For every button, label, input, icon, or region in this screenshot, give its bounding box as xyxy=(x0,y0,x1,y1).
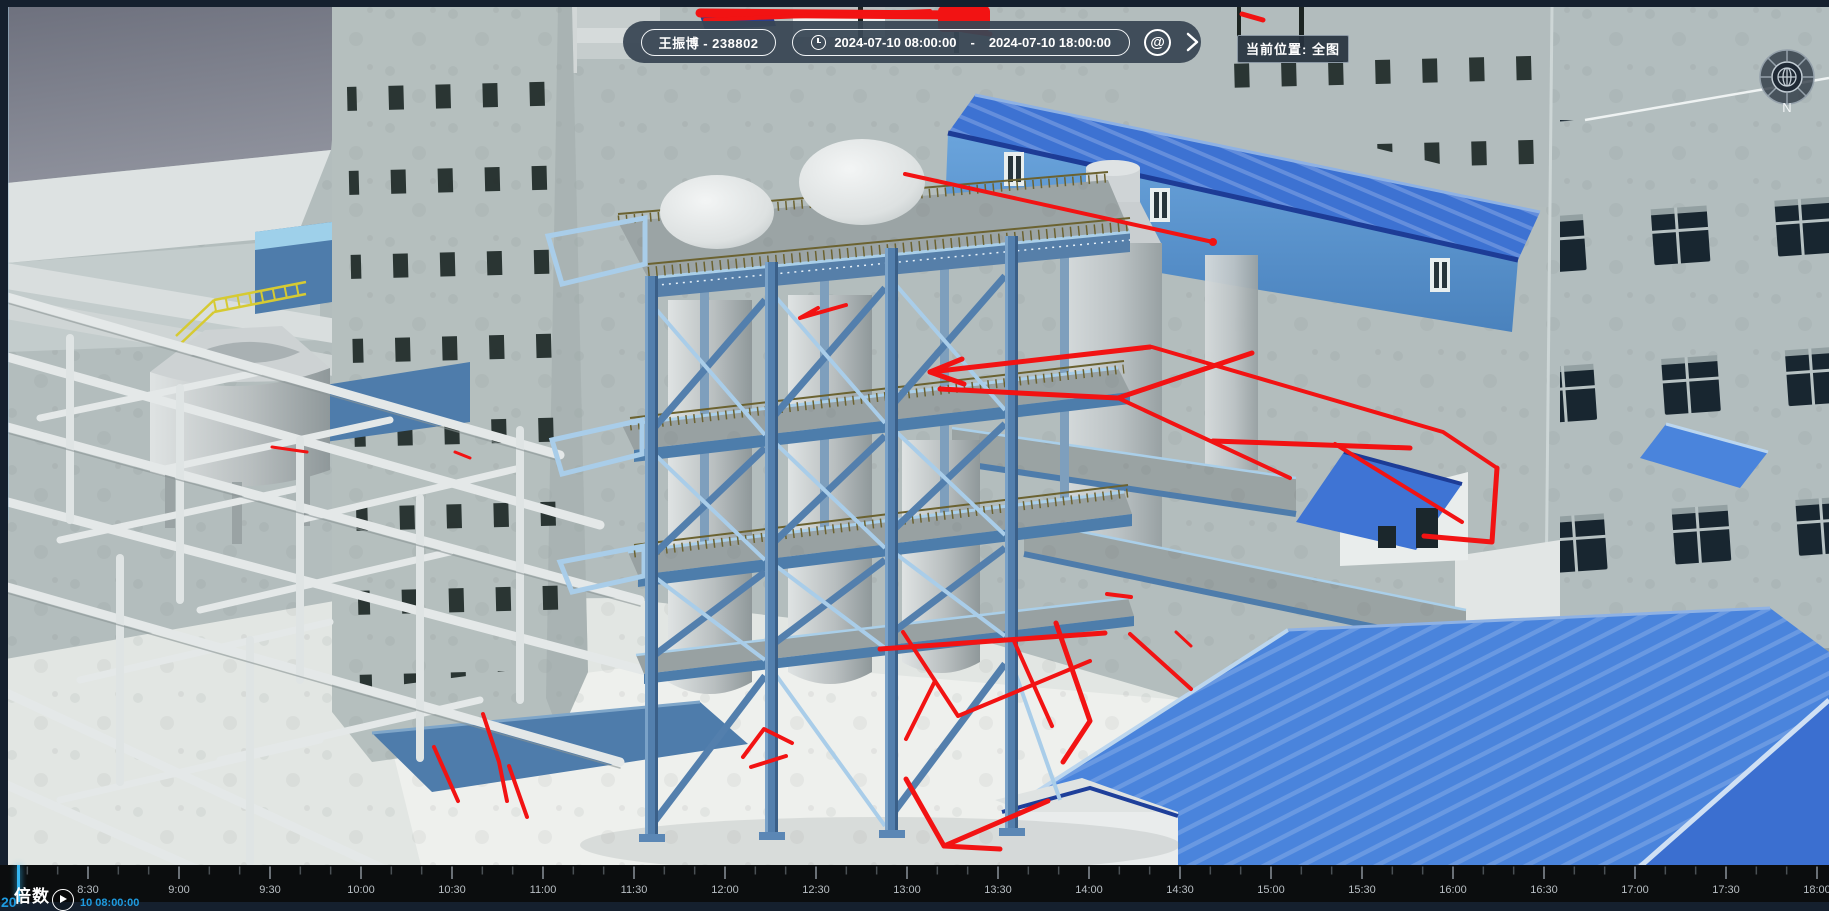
person-selector[interactable]: 王振博 - 238802 xyxy=(641,29,776,56)
time-start: 2024-07-10 08:00:00 xyxy=(834,35,956,50)
playback-controls: 20 倍数 10 08:00:00 xyxy=(0,876,260,902)
speed-label: 倍数 xyxy=(14,882,50,907)
play-circle-icon[interactable] xyxy=(52,889,74,911)
location-badge: 当前位置: 全图 xyxy=(1237,35,1349,63)
timeline-scrubber[interactable]: 8:309:009:3010:0010:3011:0011:3012:0012:… xyxy=(0,865,1829,902)
dome-tank xyxy=(660,175,774,249)
location-label: 当前位置: 全图 xyxy=(1246,42,1340,57)
time-range-selector[interactable]: 2024-07-10 08:00:00 - 2024-07-10 18:00:0… xyxy=(792,29,1130,56)
chevron-right-icon[interactable] xyxy=(1183,30,1201,54)
scene-3d-viewport[interactable] xyxy=(0,0,1829,902)
compass-icon[interactable]: N xyxy=(1756,46,1820,114)
dome-tank xyxy=(799,139,925,225)
compass-north-label: N xyxy=(1782,100,1791,114)
clock-icon xyxy=(811,35,826,50)
header-bar: 王振博 - 238802 2024-07-10 08:00:00 - 2024-… xyxy=(623,21,1201,63)
at-circle-icon[interactable]: @ xyxy=(1144,29,1171,56)
time-end: 2024-07-10 18:00:00 xyxy=(989,35,1111,50)
person-label: 王振博 - 238802 xyxy=(659,33,759,52)
current-time: 10 08:00:00 xyxy=(80,897,139,909)
timeline-ticks xyxy=(0,865,1829,902)
time-separator: - xyxy=(970,35,974,50)
